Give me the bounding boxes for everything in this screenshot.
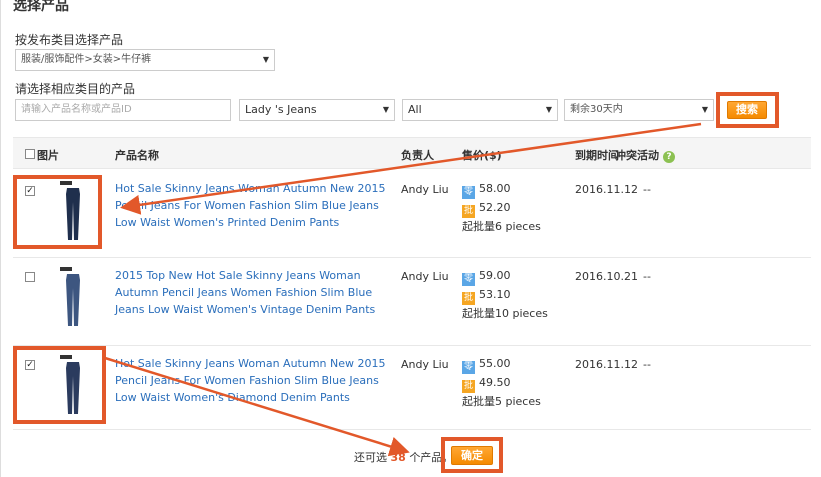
retail-price: 55.00 [479,357,511,370]
col-conflict-label: 冲突活动 [615,149,659,162]
owner-value: Andy Liu [401,358,449,371]
col-image: 图片 [37,149,59,162]
min-batch: 起批量5 pieces [462,395,541,408]
chevron-down-icon: ▼ [382,105,389,114]
product-search-input[interactable]: 请输入产品名称或产品ID [15,99,231,121]
expiry-value: 2016.11.12 [575,358,638,371]
jeans-thumbnail [60,267,80,326]
expiry-value: 2016.11.12 [575,183,638,196]
min-batch: 起批量10 pieces [462,307,548,320]
retail-price: 59.00 [479,269,511,282]
expiry-select[interactable]: 剩余30天内 ▼ [564,99,714,121]
table-row: 2015 Top New Hot Sale Skinny Jeans Woman… [13,258,811,346]
page-title: 选择产品 [13,0,69,14]
expiry-select-value: 剩余30天内 [570,104,623,115]
retail-price: 58.00 [479,182,511,195]
select-products-panel: 选择产品 按发布类目选择产品 服装/服饰配件>女装>牛仔裤 ▼ 请选择相应类目的… [0,0,821,477]
min-batch: 起批量6 pieces [462,220,541,233]
col-owner: 负责人 [401,149,434,162]
wholesale-tag: 批 [462,380,475,393]
retail-tag: 零 [462,273,475,286]
select-all-checkbox[interactable] [25,149,35,159]
price-block: 零 55.00 批 49.50 起批量5 pieces [462,355,541,410]
chevron-down-icon: ▼ [545,105,552,114]
group-select[interactable]: All ▼ [402,99,558,121]
search-button[interactable]: 搜索 [727,101,767,119]
product-name-link[interactable]: Hot Sale Skinny Jeans Woman Autumn New 2… [115,180,390,231]
chevron-down-icon: ▼ [262,55,269,64]
conflict-value: -- [643,183,651,196]
product-name-link[interactable]: 2015 Top New Hot Sale Skinny Jeans Woman… [115,267,390,318]
remaining-count: 38 [390,451,406,464]
filter-label: 请选择相应类目的产品 [15,82,136,96]
row-1-highlight [13,175,102,249]
table-row: ✓ Hot Sale Skinny Jeans Woman Autumn New… [13,346,811,430]
price-block: 零 58.00 批 52.20 起批量6 pieces [462,180,541,235]
owner-select[interactable]: Lady 's Jeans ▼ [239,99,395,121]
conflict-value: -- [643,358,651,371]
row-3-highlight [13,346,106,424]
remaining-count-text: 还可选 38 个产品。 [354,449,453,465]
help-icon[interactable]: ? [663,151,675,163]
category-label: 按发布类目选择产品 [15,33,124,47]
col-name: 产品名称 [115,149,159,162]
price-block: 零 59.00 批 53.10 起批量10 pieces [462,267,548,322]
chevron-down-icon: ▼ [701,105,708,114]
expiry-value: 2016.10.21 [575,270,638,283]
owner-value: Andy Liu [401,183,449,196]
confirm-button[interactable]: 确定 [451,446,493,465]
owner-value: Andy Liu [401,270,449,283]
category-select-value: 服装/服饰配件>女装>牛仔裤 [21,54,152,65]
table-header: 图片 产品名称 负责人 售价($) 到期时间 冲突活动? [13,137,811,169]
category-select[interactable]: 服装/服饰配件>女装>牛仔裤 ▼ [15,49,275,71]
row-checkbox[interactable] [25,272,35,282]
wholesale-price: 52.20 [479,201,511,214]
wholesale-tag: 批 [462,205,475,218]
owner-select-value: Lady 's Jeans [245,103,317,116]
table-row: ✓ Hot Sale Skinny Jeans Woman Autumn New… [13,170,811,258]
wholesale-price: 49.50 [479,376,511,389]
wholesale-tag: 批 [462,292,475,305]
col-price: 售价($) [462,149,502,162]
remaining-prefix: 还可选 [354,451,387,464]
col-expiry: 到期时间 [575,149,619,162]
group-select-value: All [408,103,422,116]
product-name-link[interactable]: Hot Sale Skinny Jeans Woman Autumn New 2… [115,355,390,406]
conflict-value: -- [643,270,651,283]
retail-tag: 零 [462,361,475,374]
wholesale-price: 53.10 [479,288,511,301]
col-conflict: 冲突活动? [615,147,675,163]
retail-tag: 零 [462,186,475,199]
